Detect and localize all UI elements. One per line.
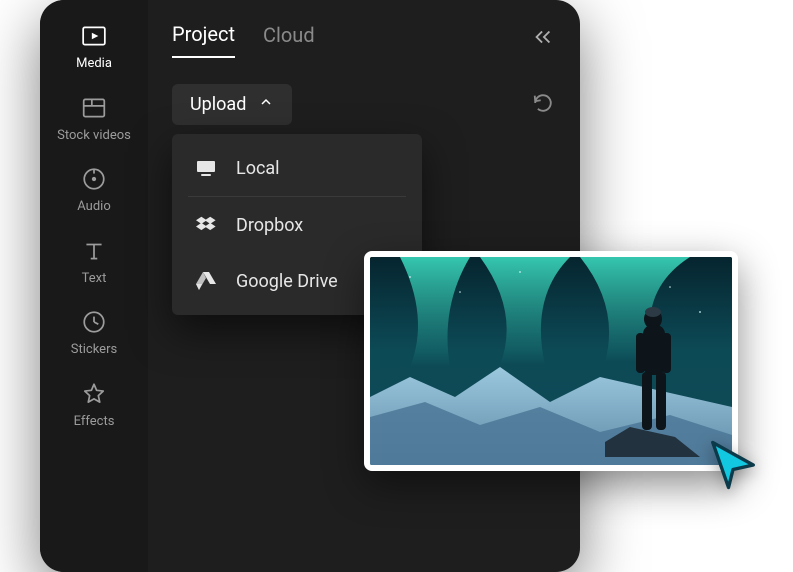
text-icon xyxy=(80,237,108,265)
audio-icon xyxy=(80,165,108,193)
sidebar-item-label: Text xyxy=(82,271,107,287)
cursor-pointer-icon xyxy=(706,438,760,492)
sidebar-item-audio[interactable]: Audio xyxy=(40,165,148,215)
sidebar-item-label: Audio xyxy=(77,199,110,215)
media-icon xyxy=(80,22,108,50)
sidebar-item-label: Stickers xyxy=(71,342,117,358)
sidebar-item-text[interactable]: Text xyxy=(40,237,148,287)
upload-menu-item-label: Google Drive xyxy=(236,271,338,292)
sidebar: Media Stock videos xyxy=(40,0,148,572)
tab-cloud[interactable]: Cloud xyxy=(263,23,315,57)
tabs: Project Cloud xyxy=(172,22,556,58)
collapse-panel-button[interactable] xyxy=(532,26,554,52)
sidebar-item-media[interactable]: Media xyxy=(40,22,148,72)
media-thumbnail[interactable] xyxy=(364,251,738,471)
stock-videos-icon xyxy=(80,94,108,122)
sidebar-item-label: Media xyxy=(76,56,112,72)
refresh-button[interactable] xyxy=(532,92,554,118)
upload-button-label: Upload xyxy=(190,94,246,115)
upload-button[interactable]: Upload xyxy=(172,84,292,125)
upload-menu-item-label: Local xyxy=(236,158,280,179)
sidebar-item-stock-videos[interactable]: Stock videos xyxy=(40,94,148,144)
upload-menu-item-label: Dropbox xyxy=(236,215,303,236)
upload-menu-item-local[interactable]: Local xyxy=(172,140,422,196)
sidebar-item-label: Stock videos xyxy=(57,128,131,144)
google-drive-icon xyxy=(194,269,218,293)
monitor-icon xyxy=(194,156,218,180)
sidebar-item-effects[interactable]: Effects xyxy=(40,380,148,430)
dropbox-icon xyxy=(194,213,218,237)
sidebar-item-label: Effects xyxy=(74,414,115,430)
stickers-icon xyxy=(80,308,108,336)
chevron-up-icon xyxy=(258,94,274,115)
effects-icon xyxy=(80,380,108,408)
sidebar-item-stickers[interactable]: Stickers xyxy=(40,308,148,358)
tab-project[interactable]: Project xyxy=(172,22,235,58)
upload-menu-item-dropbox[interactable]: Dropbox xyxy=(172,197,422,253)
